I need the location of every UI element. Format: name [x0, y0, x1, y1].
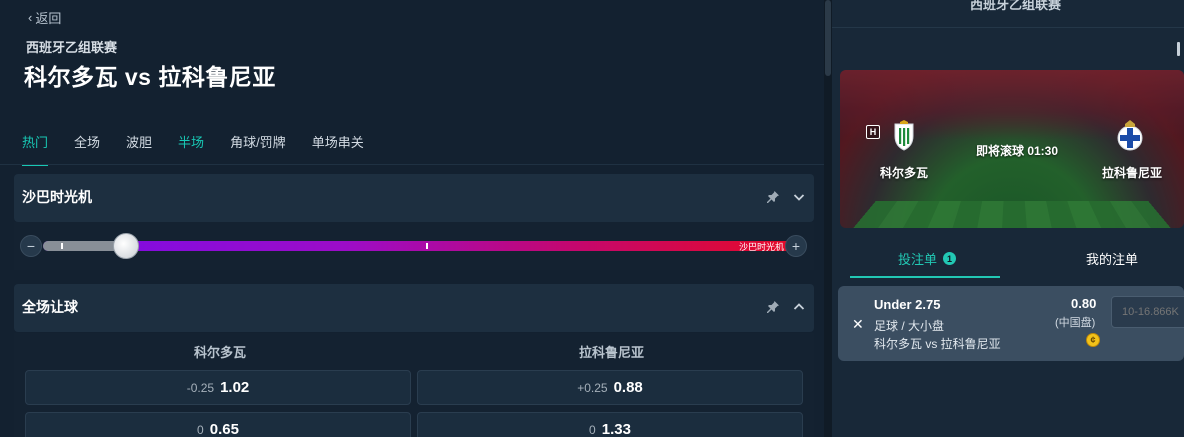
stake-input[interactable] [1111, 296, 1184, 328]
bet-panel-header: 西班牙乙组联赛 [832, 0, 1184, 28]
page-title: 科尔多瓦 vs 拉科鲁尼亚 [24, 64, 276, 90]
odds-price: 0.88 [613, 379, 643, 396]
handicap-value: 0 [197, 422, 204, 437]
app-root: ‹ 返回 西班牙乙组联赛 科尔多瓦 vs 拉科鲁尼亚 热门 全场 波胆 半场 角… [0, 0, 1184, 437]
slider-minus-button[interactable]: − [20, 235, 42, 257]
tab-my-bets[interactable]: 我的注单 [1086, 249, 1138, 268]
tab-correct-score[interactable]: 波胆 [126, 124, 152, 164]
slider-handle[interactable] [113, 233, 139, 259]
odds-price: 0.65 [209, 421, 239, 437]
time-machine-header[interactable]: 沙巴时光机 [14, 174, 814, 222]
match-banner: H 科尔多瓦 即将滚球 01:30 拉科鲁尼亚 [840, 70, 1184, 228]
odds-price: 1.33 [601, 421, 631, 437]
scrollbar-thumb[interactable] [825, 0, 831, 76]
active-tab-indicator [850, 276, 1000, 278]
time-machine-slider[interactable]: 沙巴时光机 [43, 233, 800, 259]
chevron-up-icon[interactable] [792, 300, 806, 314]
away-team-name: 拉科鲁尼亚 [1102, 166, 1163, 180]
odds-button-away[interactable]: +0.25 0.88 [417, 370, 803, 405]
bet-panel-header-title: 西班牙乙组联赛 [970, 0, 1062, 12]
handicap-table: 科尔多瓦 拉科鲁尼亚 -0.25 1.02 +0.25 0.88 0 0.65 … [14, 333, 814, 437]
handicap-value: -0.25 [186, 380, 215, 395]
bet-tabs: 投注单 1 我的注单 [832, 240, 1184, 278]
odds-price: 1.02 [220, 379, 250, 396]
handicap-value: 0 [589, 422, 596, 437]
back-label: 返回 [35, 11, 62, 26]
bet-count-badge: 1 [943, 252, 957, 265]
remove-bet-close-icon[interactable]: ✕ [852, 316, 864, 333]
odds-button-home[interactable]: 0 0.65 [25, 412, 411, 437]
odds-button-home[interactable]: -0.25 1.02 [25, 370, 411, 405]
tab-full-time[interactable]: 全场 [74, 124, 100, 164]
coin-icon[interactable]: ¢ [1086, 333, 1100, 347]
chevron-left-icon: ‹ [28, 10, 33, 25]
main-scrollbar[interactable] [824, 0, 832, 437]
bet-odds-type: (中国盘) [1055, 317, 1096, 329]
handicap-header[interactable]: 全场让球 [14, 284, 814, 332]
slider-tick [426, 243, 428, 249]
odds-button-away[interactable]: 0 1.33 [417, 412, 803, 437]
more-icon[interactable] [1177, 42, 1180, 56]
match-status: 即将滚球 01:30 [976, 144, 1059, 158]
bet-match: 科尔多瓦 vs 拉科鲁尼亚 [874, 337, 1001, 351]
chevron-down-icon[interactable] [792, 190, 806, 204]
tab-corners-cards[interactable]: 角球/罚牌 [230, 124, 286, 164]
league-name: 西班牙乙组联赛 [26, 40, 118, 55]
bet-odds: 0.80 [1071, 296, 1097, 311]
pin-icon[interactable] [766, 300, 780, 314]
tabs-divider [0, 164, 824, 165]
time-machine-slider-row: − 沙巴时光机 + [14, 222, 814, 270]
home-team-crest-icon [894, 120, 914, 151]
bet-panel: 西班牙乙组联赛 H 科尔多瓦 即将滚球 01:30 拉科鲁尼亚 投注单 1 我的… [832, 0, 1184, 437]
bet-slip-item: ✕ Under 2.75 足球 / 大小盘 科尔多瓦 vs 拉科鲁尼亚 0.80… [838, 286, 1184, 361]
bet-slip-tab-label: 投注单 [898, 252, 938, 267]
back-button[interactable]: ‹ 返回 [28, 8, 61, 27]
away-column-header: 拉科鲁尼亚 [579, 345, 645, 360]
home-flag-badge: H [866, 125, 880, 139]
handicap-title: 全场让球 [22, 299, 78, 315]
bet-selection: Under 2.75 [874, 297, 941, 312]
time-machine-title: 沙巴时光机 [22, 189, 92, 205]
home-column-header: 科尔多瓦 [194, 345, 247, 360]
slider-tick [61, 243, 63, 249]
bet-market: 足球 / 大小盘 [874, 319, 945, 333]
tab-half-time[interactable]: 半场 [178, 124, 204, 164]
away-team-crest-icon [1117, 120, 1143, 151]
market-tabs: 热门 全场 波胆 半场 角球/罚牌 单场串关 [22, 124, 390, 166]
tab-bet-slip[interactable]: 投注单 1 [898, 249, 957, 268]
handicap-value: +0.25 [577, 380, 608, 395]
pin-icon[interactable] [766, 190, 780, 204]
tab-single-parlay[interactable]: 单场串关 [312, 124, 364, 164]
slider-plus-button[interactable]: + [785, 235, 807, 257]
tab-popular[interactable]: 热门 [22, 124, 49, 166]
slider-end-label: 沙巴时光机 [738, 242, 784, 252]
home-team-name: 科尔多瓦 [880, 166, 929, 180]
match-panel: ‹ 返回 西班牙乙组联赛 科尔多瓦 vs 拉科鲁尼亚 热门 全场 波胆 半场 角… [0, 0, 824, 437]
